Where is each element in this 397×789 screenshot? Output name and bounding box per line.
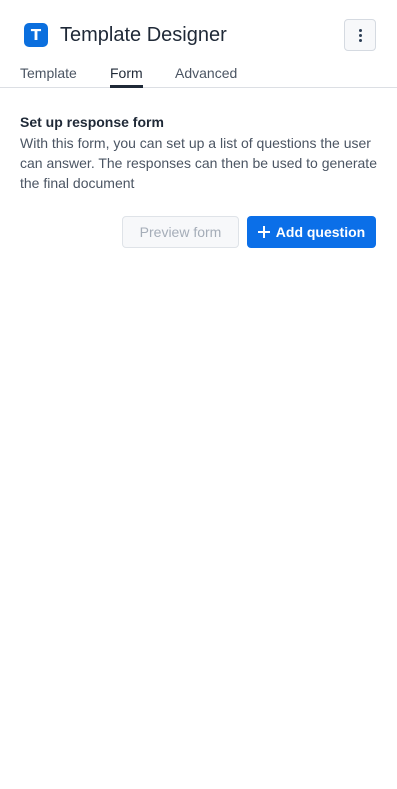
tab-form[interactable]: Form: [110, 64, 143, 88]
more-vertical-icon-dot: [358, 38, 362, 42]
app-title: Template Designer: [60, 24, 227, 46]
add-question-button[interactable]: Add question: [247, 216, 376, 248]
more-vertical-icon: [358, 28, 362, 32]
app-logo-icon: T: [24, 23, 48, 47]
tab-bar: Template Form Advanced: [0, 63, 397, 88]
form-actions: Preview form Add question: [0, 216, 397, 248]
preview-form-button[interactable]: Preview form: [122, 216, 239, 248]
response-form-section: Set up response form With this form, you…: [20, 112, 380, 193]
header: T Template Designer: [0, 19, 397, 51]
section-description: With this form, you can set up a list of…: [20, 135, 377, 191]
plus-icon: [257, 226, 270, 238]
add-question-label: Add question: [275, 224, 366, 240]
tab-template[interactable]: Template: [20, 64, 77, 86]
tab-advanced[interactable]: Advanced: [175, 64, 237, 86]
more-options-button[interactable]: [344, 19, 376, 51]
more-vertical-icon-dot: [358, 33, 362, 37]
section-title: Set up response form: [20, 114, 164, 130]
template-designer-panel: T Template Designer Template Form Advanc…: [0, 0, 397, 789]
